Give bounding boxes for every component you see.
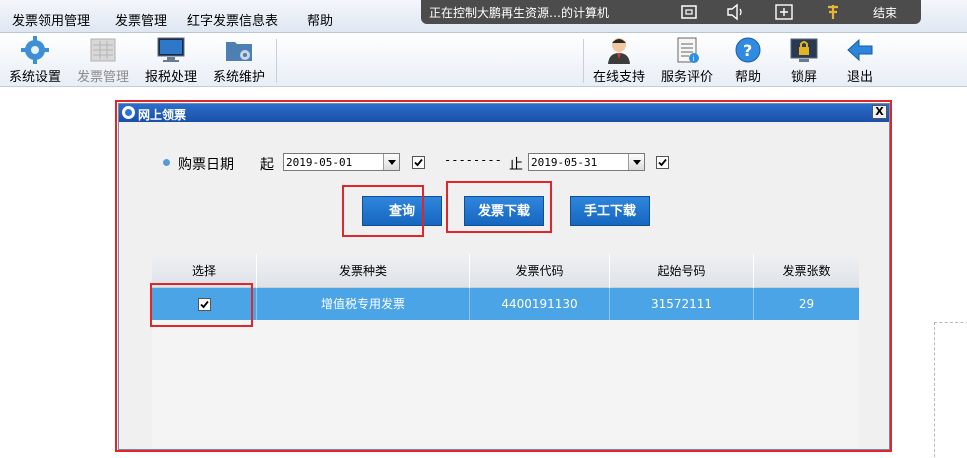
tax-filing-button[interactable]: 报税处理 (140, 33, 202, 87)
download-highlight-box (446, 181, 552, 233)
end-session-button[interactable]: 结束 (873, 4, 897, 21)
system-settings-label: 系统设置 (8, 70, 61, 85)
gear-icon (21, 36, 49, 64)
folder-gear-icon (226, 42, 252, 61)
system-maintenance-button[interactable]: 系统维护 (208, 33, 270, 87)
toolbar-divider (583, 39, 584, 83)
remote-control-title: 正在控制大鹏再生资源…的计算机 (429, 6, 610, 20)
tax-filing-label: 报税处理 (144, 70, 197, 85)
menu-invoice-claim[interactable]: 发票领用管理 (12, 10, 90, 29)
support-person-icon (608, 38, 630, 64)
help-icon: ? (735, 37, 761, 63)
help-label: 帮助 (734, 70, 761, 85)
menu-invoice-management[interactable]: 发票管理 (115, 10, 167, 29)
clipboard-icon: i (677, 37, 699, 63)
lock-screen-icon (790, 38, 818, 62)
lock-screen-button[interactable]: 锁屏 (780, 33, 828, 87)
menu-help[interactable]: 帮助 (307, 10, 333, 29)
select-highlight-box (150, 283, 253, 327)
pin-icon[interactable] (823, 2, 843, 22)
system-settings-button[interactable]: 系统设置 (4, 33, 66, 87)
invoice-management-label: 发票管理 (76, 70, 129, 85)
help-button[interactable]: ? 帮助 (724, 33, 772, 87)
service-rating-label: 服务评价 (660, 70, 713, 85)
toolbar-divider (276, 39, 277, 83)
invoice-management-button[interactable]: 发票管理 (72, 33, 134, 87)
window-title-fragment (0, 0, 300, 3)
background-panel (934, 322, 967, 458)
online-support-label: 在线支持 (592, 70, 645, 85)
svg-text:i: i (693, 55, 695, 63)
service-rating-button[interactable]: i 服务评价 (656, 33, 718, 87)
query-highlight-box (342, 185, 424, 237)
system-maintenance-label: 系统维护 (212, 70, 265, 85)
svg-text:?: ? (743, 41, 752, 60)
exit-arrow-icon (847, 38, 873, 62)
invoice-icon (90, 38, 116, 62)
main-toolbar: 系统设置 发票管理 报税处理 系统维护 在线支持 i 服务评价 ? 帮助 锁屏 … (0, 33, 967, 87)
volume-icon[interactable] (725, 2, 747, 22)
exit-label: 退出 (846, 70, 873, 85)
menu-red-invoice-info[interactable]: 红字发票信息表 (187, 10, 278, 29)
add-window-icon[interactable] (773, 2, 795, 22)
lock-screen-label: 锁屏 (790, 70, 817, 85)
dialog-highlight-box (115, 100, 892, 452)
exit-button[interactable]: 退出 (836, 33, 884, 87)
fullscreen-icon[interactable] (679, 2, 699, 22)
remote-control-bar: 正在控制大鹏再生资源…的计算机 结束 (421, 0, 921, 24)
monitor-icon (157, 37, 185, 62)
online-support-button[interactable]: 在线支持 (588, 33, 650, 87)
